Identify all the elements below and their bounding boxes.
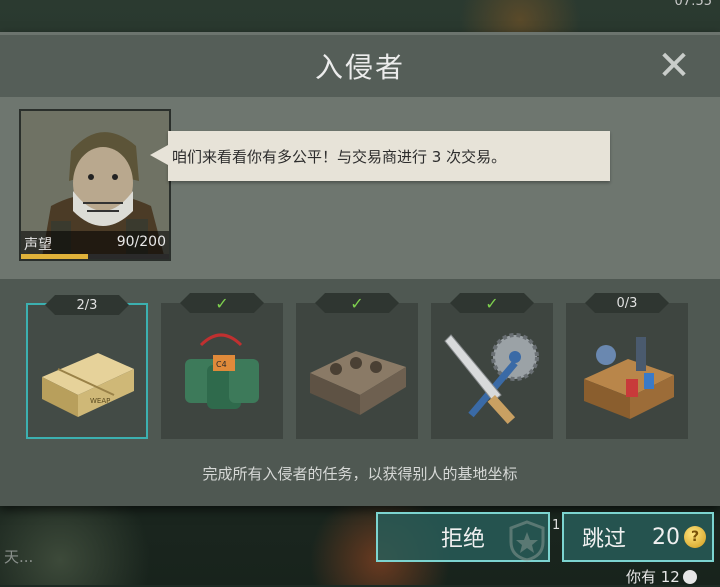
speech-bubble: 咱们来看看你有多公平！与交易商进行 3 次交易。 xyxy=(168,131,610,181)
task-card[interactable]: 0/3 xyxy=(566,303,688,439)
close-icon[interactable]: ✕ xyxy=(654,47,694,87)
clock: 07:55 xyxy=(675,0,712,9)
task-progress: 0/3 xyxy=(585,293,669,313)
task-progress: 2/3 xyxy=(45,295,129,315)
currency-owned: 你有 12 xyxy=(626,566,697,587)
intro-panel: 声望 90/200 咱们来看看你有多公平！与交易商进行 3 次交易。 xyxy=(0,97,720,279)
invader-dialog: 入侵者 ✕ 声望 90/200 咱们来看看你有多公平！与交易商进行 xyxy=(0,32,720,506)
task-card[interactable]: ✓ C4 xyxy=(161,303,283,439)
skip-button[interactable]: 跳过 20 ? xyxy=(562,512,714,562)
dialog-title: 入侵者 xyxy=(315,46,405,86)
svg-text:WEAP: WEAP xyxy=(90,397,110,405)
bottom-bar: 天... 拒绝 1 跳过 20 ? 你有 12 xyxy=(0,506,720,585)
currency-owned-text: 你有 12 xyxy=(626,566,680,587)
task-card[interactable]: 2/3 WEAP xyxy=(26,303,148,439)
task-card[interactable]: ✓ xyxy=(296,303,418,439)
dialog-header: 入侵者 ✕ xyxy=(0,35,720,97)
reputation-label: 声望 xyxy=(24,234,52,254)
invader-message: 咱们来看看你有多公平！与交易商进行 3 次交易。 xyxy=(170,146,506,167)
svg-text:C4: C4 xyxy=(216,360,227,369)
reputation-value: 90/200 xyxy=(117,234,166,250)
workbench-icon xyxy=(566,315,688,435)
reputation-track xyxy=(21,254,169,259)
weapon-crate-icon: WEAP xyxy=(28,317,150,437)
skip-cost: 20 xyxy=(652,525,680,550)
task-card[interactable]: ✓ xyxy=(431,303,553,439)
c4-explosive-icon: C4 xyxy=(161,315,283,435)
footer-note: 完成所有入侵者的任务，以获得别人的基地坐标 xyxy=(0,463,720,484)
reject-label: 拒绝 xyxy=(441,521,485,553)
gold-coin-icon: ? xyxy=(684,526,706,548)
check-icon: ✓ xyxy=(180,293,264,313)
skip-label: 跳过 xyxy=(582,521,626,553)
task-list: 2/3 WEAP ✓ C4 ✓ xyxy=(26,287,696,437)
silver-coin-icon xyxy=(683,570,697,584)
machete-saw-icon xyxy=(431,315,553,435)
reputation-fill xyxy=(21,254,88,259)
invader-portrait: 声望 90/200 xyxy=(19,109,171,261)
notification-count: 1 xyxy=(552,518,560,533)
reputation-bar: 声望 90/200 xyxy=(21,231,169,259)
engine-block-icon xyxy=(296,315,418,435)
check-icon: ✓ xyxy=(315,293,399,313)
shield-icon xyxy=(508,520,546,562)
chat-input[interactable]: 天... xyxy=(4,546,33,567)
check-icon: ✓ xyxy=(450,293,534,313)
